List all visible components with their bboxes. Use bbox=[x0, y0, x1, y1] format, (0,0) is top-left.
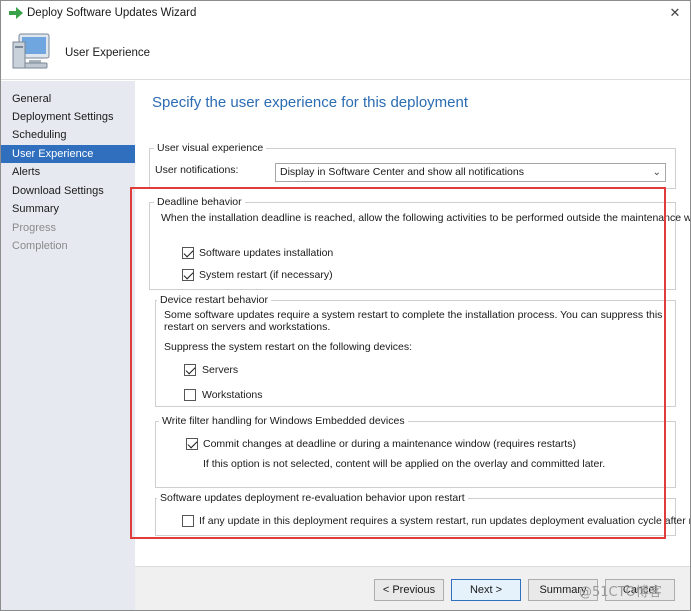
main-heading: Specify the user experience for this dep… bbox=[152, 94, 469, 111]
visual-experience-label: User visual experience bbox=[154, 142, 267, 154]
window-title: Deploy Software Updates Wizard bbox=[27, 7, 197, 19]
nav-item-progress: Progress bbox=[12, 222, 57, 234]
reevaluation-group-label: Software updates deployment re-evaluatio… bbox=[157, 492, 468, 504]
computer-icon bbox=[12, 33, 50, 69]
nav-item-scheduling[interactable]: Scheduling bbox=[1, 126, 135, 144]
commit-changes-checkbox[interactable] bbox=[186, 438, 198, 450]
write-filter-group-label: Write filter handling for Windows Embedd… bbox=[159, 415, 408, 427]
reevaluation-label: If any update in this deployment require… bbox=[199, 515, 691, 527]
wizard-nav: General Deployment Settings Scheduling U… bbox=[1, 81, 135, 610]
deadline-group-label: Deadline behavior bbox=[154, 196, 245, 208]
green-arrow-icon bbox=[9, 7, 23, 19]
nav-item-download-settings[interactable]: Download Settings bbox=[1, 182, 135, 200]
system-restart-checkbox[interactable] bbox=[182, 269, 194, 281]
restart-description: Some software updates require a system r… bbox=[164, 309, 663, 333]
software-updates-checkbox[interactable] bbox=[182, 247, 194, 259]
nav-item-user-experience[interactable]: User Experience bbox=[1, 145, 135, 163]
reevaluation-checkbox[interactable] bbox=[182, 515, 194, 527]
nav-item-alerts[interactable]: Alerts bbox=[1, 163, 135, 181]
servers-label: Servers bbox=[202, 364, 239, 376]
commit-changes-label: Commit changes at deadline or during a m… bbox=[203, 438, 576, 450]
previous-button[interactable]: < Previous bbox=[374, 579, 444, 601]
notifications-select-value: Display in Software Center and show all … bbox=[280, 166, 524, 178]
workstations-label: Workstations bbox=[202, 389, 263, 401]
write-filter-group bbox=[155, 421, 676, 488]
title-bar: Deploy Software Updates Wizard ✕ bbox=[1, 1, 690, 28]
deadline-description: When the installation deadline is reache… bbox=[161, 212, 691, 224]
restart-group-label: Device restart behavior bbox=[157, 294, 271, 306]
chevron-down-icon: ⌄ bbox=[652, 167, 661, 178]
software-updates-label: Software updates installation bbox=[199, 247, 334, 259]
page-title: User Experience bbox=[65, 47, 151, 59]
nav-item-summary[interactable]: Summary bbox=[1, 200, 135, 218]
nav-item-deployment-settings[interactable]: Deployment Settings bbox=[1, 108, 135, 126]
notifications-label: User notifications: bbox=[155, 164, 239, 176]
suppress-label: Suppress the system restart on the follo… bbox=[164, 341, 413, 353]
write-filter-note: If this option is not selected, content … bbox=[203, 458, 606, 470]
nav-item-general[interactable]: General bbox=[1, 90, 135, 108]
close-button[interactable]: ✕ bbox=[661, 2, 689, 24]
wizard-header: User Experience bbox=[1, 28, 690, 80]
notifications-select[interactable]: Display in Software Center and show all … bbox=[275, 163, 666, 182]
watermark: @51CTO博客 bbox=[579, 585, 662, 600]
nav-item-completion: Completion bbox=[12, 240, 68, 252]
system-restart-label: System restart (if necessary) bbox=[199, 269, 333, 281]
wizard-window: Deploy Software Updates Wizard ✕ User Ex… bbox=[0, 0, 691, 611]
workstations-checkbox[interactable] bbox=[184, 389, 196, 401]
next-button[interactable]: Next > bbox=[451, 579, 521, 601]
servers-checkbox[interactable] bbox=[184, 364, 196, 376]
